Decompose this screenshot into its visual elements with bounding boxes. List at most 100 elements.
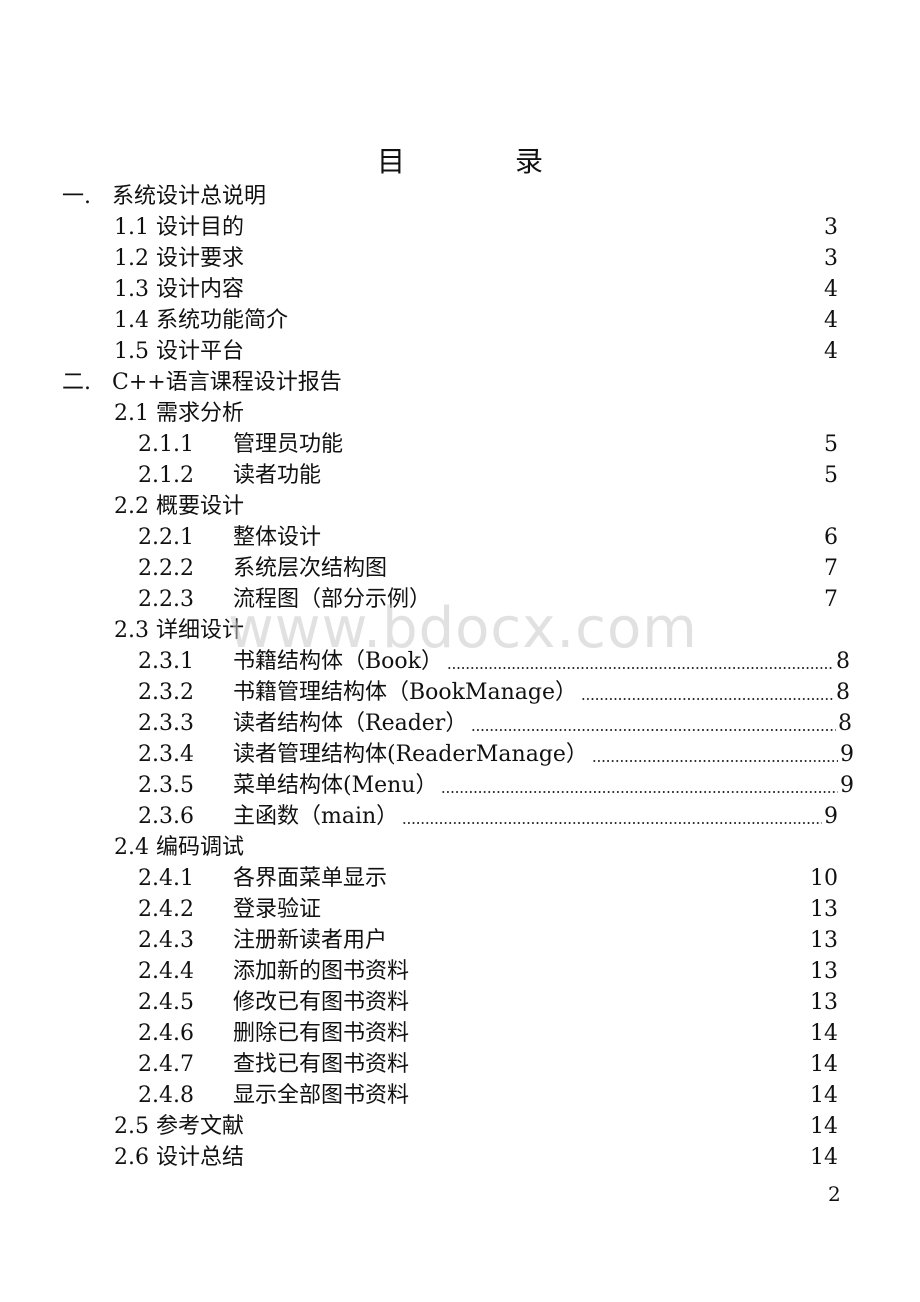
toc-page: 4 xyxy=(824,308,838,333)
toc-label: 设计内容 xyxy=(156,277,245,302)
toc-entry[interactable]: 2.4.6 删除已有图书资料 14 xyxy=(138,1018,838,1049)
toc-subsection-2-1[interactable]: 2.1 需求分析 xyxy=(114,398,244,429)
toc-num: 2.2.1 xyxy=(138,525,194,550)
dot-leader xyxy=(402,821,822,824)
toc-num: 2.4 xyxy=(114,835,149,860)
toc-entry[interactable]: 2.4.2 登录验证 13 xyxy=(138,894,838,925)
toc-entry[interactable]: 1.3 设计内容 4 xyxy=(114,274,838,305)
toc-page: 3 xyxy=(824,246,838,271)
toc-num: 2.3.4 xyxy=(138,742,194,767)
toc-subsection-2-5[interactable]: 2.5 参考文献 14 xyxy=(114,1111,838,1142)
dot-leader xyxy=(591,759,838,762)
toc-label: 书籍结构体（Book） xyxy=(233,649,443,674)
toc-entry[interactable]: 1.4 系统功能简介 4 xyxy=(114,305,838,336)
toc-num: 2.2.3 xyxy=(138,587,194,612)
toc-label: 添加新的图书资料 xyxy=(233,959,410,984)
toc-num: 2.3.6 xyxy=(138,804,194,829)
toc-entry[interactable]: 2.2.1 整体设计 6 xyxy=(138,522,838,553)
toc-label: 需求分析 xyxy=(156,401,245,426)
toc-label: 读者功能 xyxy=(233,463,322,488)
toc-entry[interactable]: 2.2.2 系统层次结构图 7 xyxy=(138,553,838,584)
toc-page: 4 xyxy=(824,277,838,302)
toc-subsection-2-4[interactable]: 2.4 编码调试 xyxy=(114,832,244,863)
toc-entry[interactable]: 2.1.1 管理员功能 5 xyxy=(138,429,838,460)
toc-entry[interactable]: 2.3.2 书籍管理结构体（BookManage） 8 xyxy=(138,677,850,708)
document-page: 目录 一. 系统设计总说明 1.1 设计目的 3 1.2 设计要求 3 1.3 … xyxy=(0,0,920,1302)
toc-num: 2.5 xyxy=(114,1114,149,1139)
toc-entry[interactable]: 2.4.7 查找已有图书资料 14 xyxy=(138,1049,838,1080)
toc-label: 登录验证 xyxy=(233,897,322,922)
toc-num: 2.1.2 xyxy=(138,463,194,488)
toc-entry[interactable]: 2.4.4 添加新的图书资料 13 xyxy=(138,956,838,987)
toc-label: 详细设计 xyxy=(156,618,245,643)
toc-page: 7 xyxy=(824,587,838,612)
toc-entry[interactable]: 2.3.6 主函数（main） 9 xyxy=(138,801,838,832)
toc-label: 注册新读者用户 xyxy=(233,928,388,953)
toc-entry[interactable]: 1.5 设计平台 4 xyxy=(114,336,838,367)
toc-subsection-2-3[interactable]: 2.3 详细设计 xyxy=(114,615,244,646)
toc-page: 8 xyxy=(836,649,850,674)
toc-label: 书籍管理结构体（BookManage） xyxy=(233,680,578,705)
toc-num: 1.5 xyxy=(114,339,149,364)
toc-page: 9 xyxy=(824,804,838,829)
toc-num: 2.1 xyxy=(114,401,149,426)
toc-entry[interactable]: 2.3.4 读者管理结构体(ReaderManage） 9 xyxy=(138,739,854,770)
toc-subsection-2-2[interactable]: 2.2 概要设计 xyxy=(114,491,244,522)
toc-entry[interactable]: 2.1.2 读者功能 5 xyxy=(138,460,838,491)
toc-num: 2.2.2 xyxy=(138,556,194,581)
toc-label: 参考文献 xyxy=(156,1114,245,1139)
toc-num: 2.4.3 xyxy=(138,928,194,953)
toc-label: 读者管理结构体(ReaderManage） xyxy=(233,742,588,767)
toc-section-1[interactable]: 一. 系统设计总说明 xyxy=(62,181,266,212)
toc-page: 13 xyxy=(810,990,838,1015)
toc-label: 管理员功能 xyxy=(233,432,344,457)
toc-subsection-2-6[interactable]: 2.6 设计总结 14 xyxy=(114,1142,838,1173)
toc-entry[interactable]: 2.4.5 修改已有图书资料 13 xyxy=(138,987,838,1018)
toc-entry[interactable]: 1.1 设计目的 3 xyxy=(114,212,838,243)
toc-num: 2.4.6 xyxy=(138,1021,194,1046)
toc-entry[interactable]: 2.3.5 菜单结构体(Menu） 9 xyxy=(138,770,854,801)
toc-page: 5 xyxy=(824,463,838,488)
toc-page: 6 xyxy=(824,525,838,550)
toc-entry[interactable]: 2.4.8 显示全部图书资料 14 xyxy=(138,1080,838,1111)
toc-label: 查找已有图书资料 xyxy=(233,1052,410,1077)
toc-num: 2.3.5 xyxy=(138,773,194,798)
toc-num: 2.4.2 xyxy=(138,897,194,922)
toc-title: 目录 xyxy=(0,140,920,180)
toc-label: 读者结构体（Reader） xyxy=(233,711,468,736)
toc-page: 4 xyxy=(824,339,838,364)
toc-label: 设计要求 xyxy=(156,246,245,271)
toc-label: 删除已有图书资料 xyxy=(233,1021,410,1046)
toc-num: 二. xyxy=(62,370,91,395)
toc-num: 一. xyxy=(62,184,91,209)
toc-entry[interactable]: 2.4.1 各界面菜单显示 10 xyxy=(138,863,838,894)
toc-num: 1.2 xyxy=(114,246,149,271)
toc-num: 2.4.1 xyxy=(138,866,194,891)
toc-num: 2.4.5 xyxy=(138,990,194,1015)
toc-entry[interactable]: 2.4.3 注册新读者用户 13 xyxy=(138,925,838,956)
toc-num: 2.2 xyxy=(114,494,149,519)
dot-leader xyxy=(471,728,836,731)
page-number: 2 xyxy=(828,1182,841,1206)
toc-page: 8 xyxy=(836,680,850,705)
toc-entry[interactable]: 2.2.3 流程图（部分示例） 7 xyxy=(138,584,838,615)
toc-page: 13 xyxy=(810,928,838,953)
toc-num: 2.3.2 xyxy=(138,680,194,705)
toc-page: 9 xyxy=(840,773,854,798)
toc-entry[interactable]: 1.2 设计要求 3 xyxy=(114,243,838,274)
toc-page: 14 xyxy=(810,1021,838,1046)
toc-num: 2.1.1 xyxy=(138,432,194,457)
toc-entry[interactable]: 2.3.3 读者结构体（Reader） 8 xyxy=(138,708,852,739)
toc-num: 2.4.4 xyxy=(138,959,194,984)
toc-num: 1.4 xyxy=(114,308,149,333)
toc-page: 5 xyxy=(824,432,838,457)
toc-page: 14 xyxy=(810,1083,838,1108)
toc-page: 13 xyxy=(810,959,838,984)
toc-section-2[interactable]: 二. C++语言课程设计报告 xyxy=(62,367,342,398)
toc-entry[interactable]: 2.3.1 书籍结构体（Book） 8 xyxy=(138,646,850,677)
toc-label: 概要设计 xyxy=(156,494,245,519)
toc-label: 设计目的 xyxy=(156,215,245,240)
toc-num: 2.4.8 xyxy=(138,1083,194,1108)
toc-page: 9 xyxy=(840,742,854,767)
toc-label: 设计总结 xyxy=(156,1145,245,1170)
